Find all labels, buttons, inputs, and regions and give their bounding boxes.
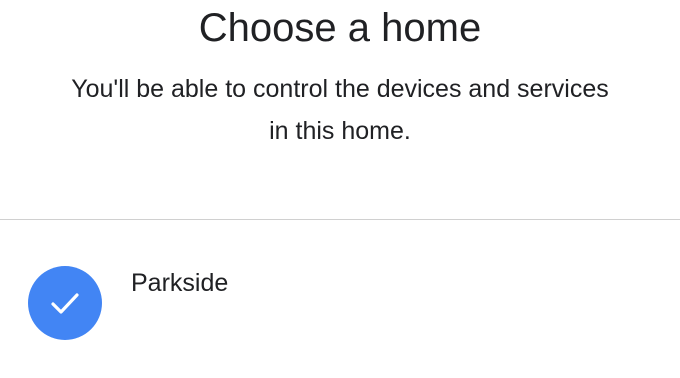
home-name-label: Parkside: [131, 269, 229, 297]
page-subtitle: You'll be able to control the devices an…: [71, 75, 609, 145]
divider: [0, 219, 680, 220]
home-option-parkside[interactable]: Parkside: [0, 252, 680, 352]
selected-indicator: [28, 266, 102, 340]
checkmark-icon: [51, 293, 79, 314]
page-title: Choose a home: [198, 6, 482, 50]
choose-home-screen: Choose a home You'll be able to control …: [0, 0, 680, 378]
